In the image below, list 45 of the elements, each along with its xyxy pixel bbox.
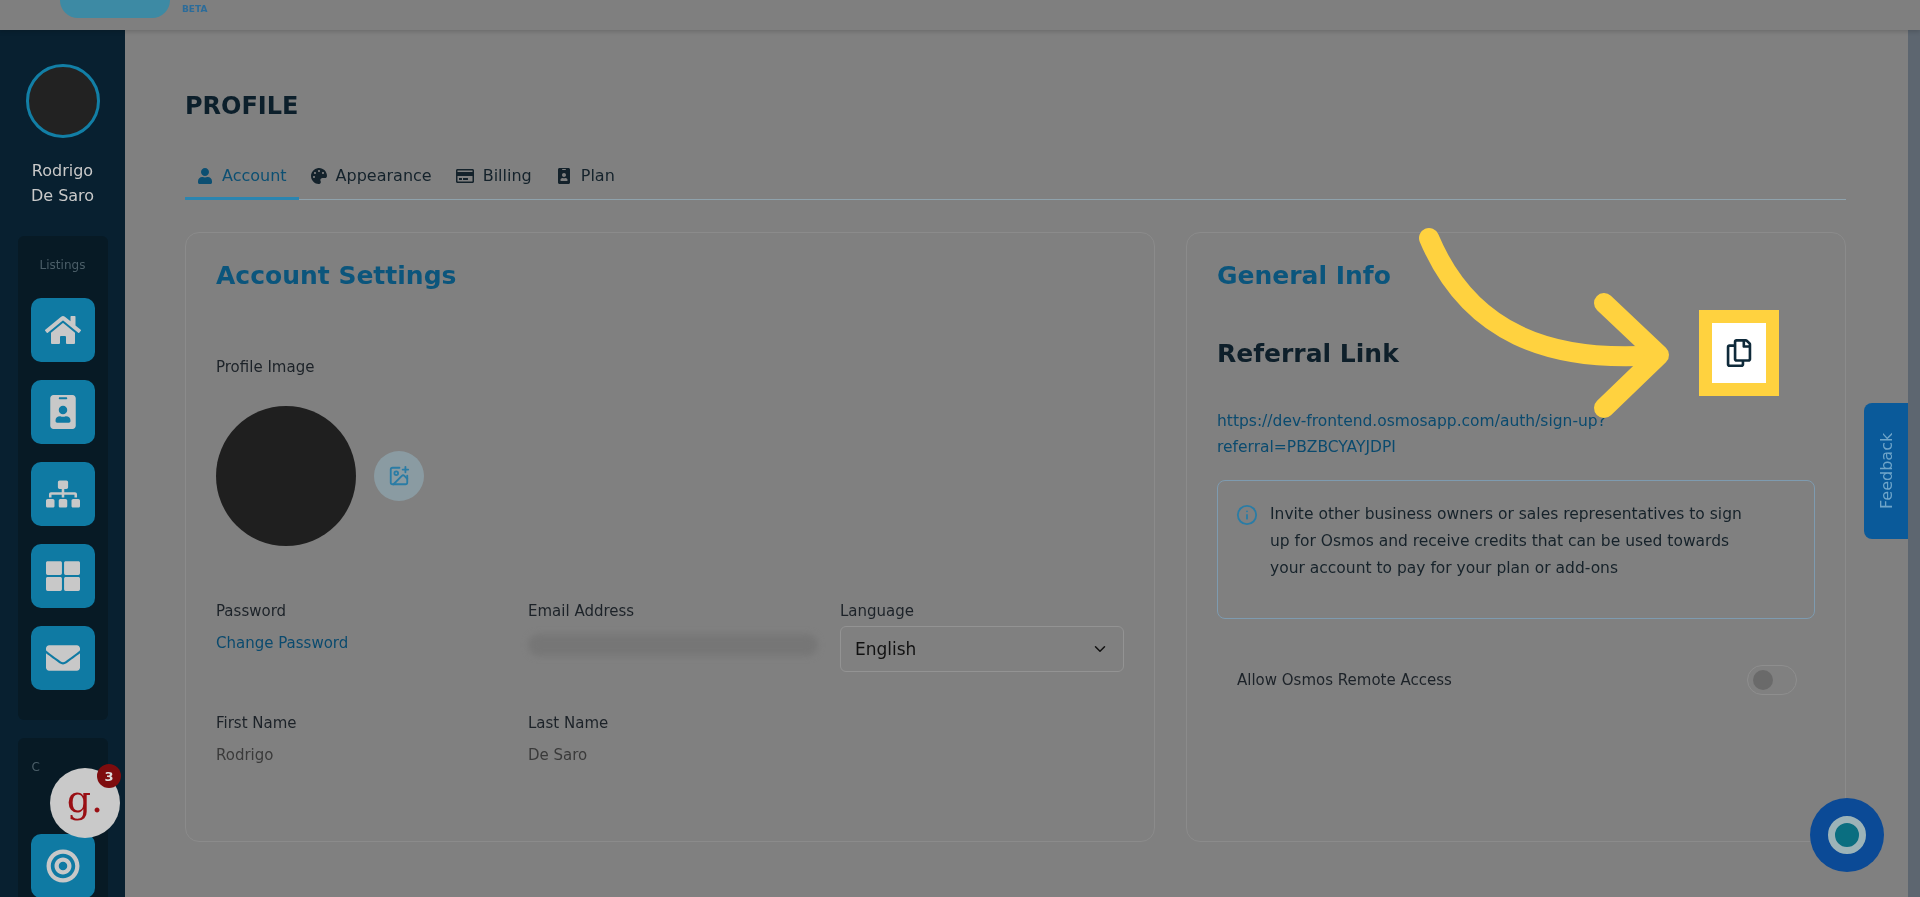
group-label: Listings	[39, 258, 86, 272]
group-label: C	[31, 760, 40, 774]
referral-link[interactable]: https://dev-frontend.osmosapp.com/auth/sign-up?referral=PBZBCYAYJDPI	[1217, 408, 1717, 460]
tab[interactable]: Account	[185, 154, 299, 200]
image-plus-icon	[388, 465, 410, 487]
field-value: Rodrigo	[216, 746, 275, 764]
field-label: Last Name	[528, 714, 610, 732]
referral-heading: Referral Link	[1217, 338, 1399, 368]
nav-button[interactable]	[30, 626, 95, 690]
field-label: Email Address	[528, 602, 636, 620]
sitemap-icon	[45, 477, 80, 511]
nav-button[interactable]	[30, 544, 95, 608]
card-title: Account Settings	[216, 261, 458, 290]
feedback-tab[interactable]: Feedback	[1864, 403, 1908, 539]
field-label: First Name	[216, 714, 298, 732]
tab[interactable]: Billing	[443, 154, 544, 200]
change-password-link[interactable]: Change Password	[216, 634, 528, 652]
beta-label: BETA	[182, 4, 208, 14]
id-badge-icon	[555, 167, 572, 184]
palette-icon	[310, 167, 327, 184]
toggle-label: Allow Osmos Remote Access	[1237, 671, 1452, 689]
nav-button[interactable]	[30, 380, 95, 444]
remote-access-toggle[interactable]	[1747, 665, 1797, 695]
grid-icon	[45, 559, 80, 593]
info-text: Invite other business owners or sales representatives to sign up for Osmos and receive credits that can be used towards your account to pay for your plan or add-ons	[1270, 504, 1743, 579]
field-value: De Saro	[528, 746, 589, 764]
nav-button[interactable]	[30, 298, 95, 362]
nav-button[interactable]	[30, 834, 95, 897]
user-name: Rodrigo De Saro	[29, 160, 96, 207]
field-label: Password	[216, 602, 288, 620]
scrollbar[interactable]	[1908, 30, 1920, 897]
page-title: PROFILE	[185, 92, 300, 120]
tab[interactable]: Plan	[543, 154, 627, 200]
field-label: Language	[840, 602, 916, 620]
card-title: General Info	[1217, 261, 1392, 290]
user-icon	[197, 167, 213, 184]
info-icon	[1236, 504, 1258, 526]
nav-button[interactable]	[30, 462, 95, 526]
copy-icon	[1725, 339, 1753, 367]
tab[interactable]: Appearance	[298, 154, 444, 200]
target-icon	[45, 849, 80, 883]
copy-button[interactable]	[1699, 310, 1779, 396]
language-select[interactable]: English	[840, 626, 1124, 672]
credit-card-icon	[455, 166, 474, 185]
field-label: Profile Image	[216, 358, 316, 376]
